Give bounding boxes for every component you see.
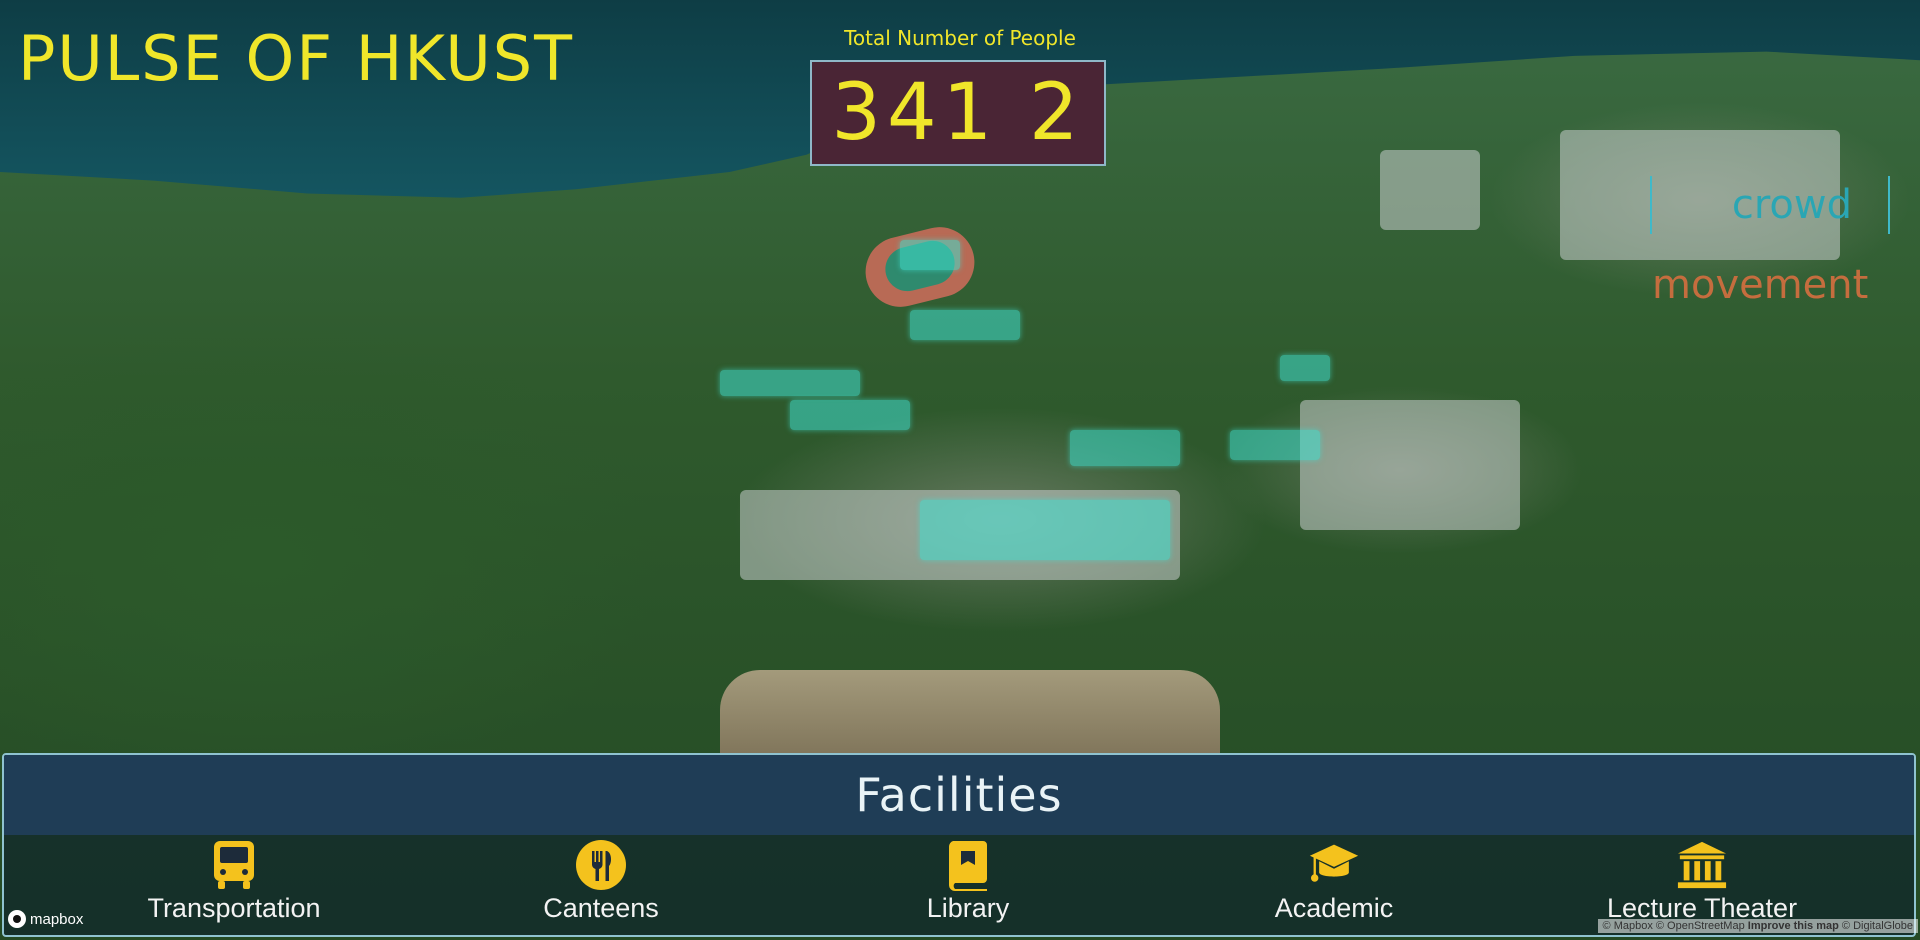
crowd-cluster [720,370,860,396]
mapbox-logo-text: mapbox [30,910,84,928]
total-people-counter: 341 2 [810,60,1106,166]
facility-label: Transportation [147,893,321,923]
graduation-cap-icon [1308,839,1360,891]
mapbox-logo[interactable]: mapbox [8,910,83,928]
facility-label: Academic [1274,893,1394,923]
building-columns-icon [1676,839,1728,891]
crowd-cluster [790,400,910,430]
campus-building [1300,400,1520,530]
bus-icon [208,839,260,891]
movement-mode-button[interactable]: movement [1652,262,1868,308]
facility-label: Canteens [543,893,659,923]
crowd-mode-label: crowd [1731,182,1852,228]
crowd-mode-button[interactable]: crowd [1650,176,1890,234]
facility-transportation[interactable]: Transportation [104,839,364,924]
fork-knife-icon [575,839,627,891]
crowd-cluster [1070,430,1180,466]
map-attribution: © Mapbox © OpenStreetMap Improve this ma… [1597,919,1918,933]
facility-canteens[interactable]: Canteens [471,839,731,924]
facility-label: Library [926,893,1010,923]
facilities-header: Facilities [4,755,1914,835]
facility-library[interactable]: Library [838,839,1098,924]
mapbox-icon [8,910,26,928]
facilities-title: Facilities [855,768,1063,822]
total-people-value: 341 2 [831,68,1085,158]
page-title: PULSE OF HKUST [18,22,574,95]
campus-building [1380,150,1480,230]
improve-map-link[interactable]: Improve this map [1748,920,1839,932]
crowd-cluster [910,310,1020,340]
facility-academic[interactable]: Academic [1204,839,1464,924]
mode-toggle: crowd movement [1632,176,1902,308]
movement-mode-label: movement [1652,262,1869,308]
total-people-label: Total Number of People [844,26,1076,50]
crowd-cluster [1230,430,1320,460]
crowd-cluster [920,500,1170,560]
crowd-cluster [900,240,960,270]
crowd-cluster [1280,355,1330,381]
facilities-panel: Facilities Transportation Canteens Libra… [2,753,1916,937]
attribution-text[interactable]: © Mapbox © OpenStreetMap [1603,920,1745,932]
construction-site [720,670,1220,760]
facility-lecture-theater[interactable]: Lecture Theater [1572,839,1832,924]
book-icon [942,839,994,891]
attribution-suffix[interactable]: © DigitalGlobe [1842,920,1913,932]
